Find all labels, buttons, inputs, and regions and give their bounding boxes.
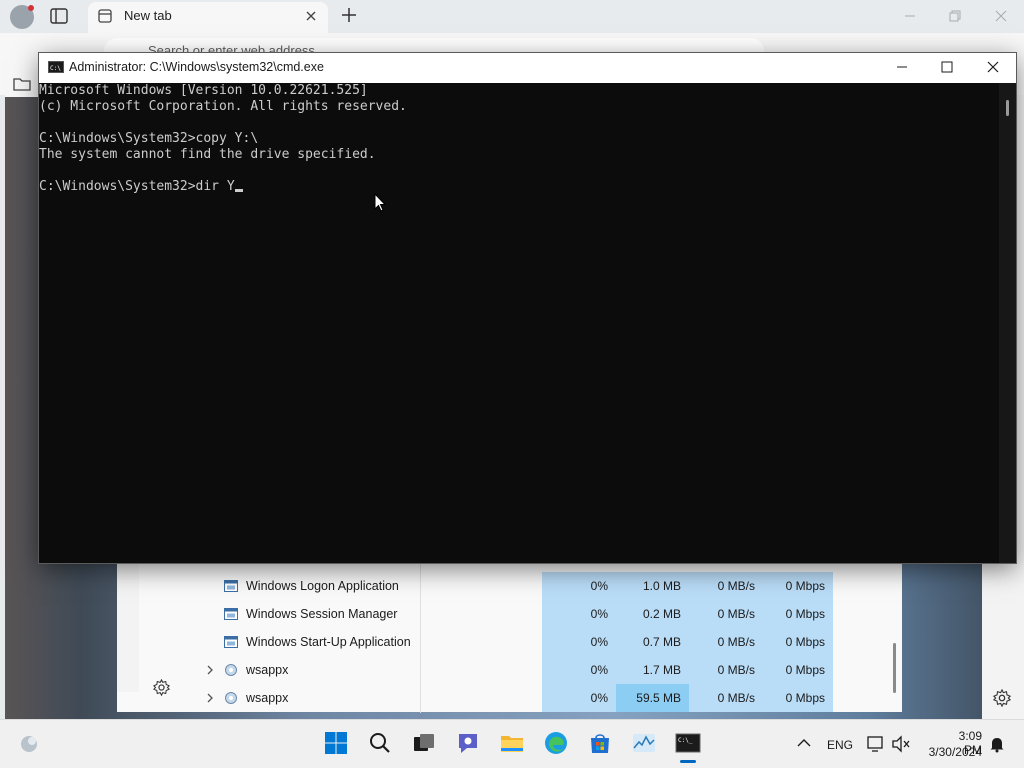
cmd-window-title: Administrator: C:\Windows\system32\cmd.e… (69, 60, 324, 74)
browser-left-rail (0, 95, 5, 719)
process-name: Windows Start-Up Application (246, 635, 411, 649)
console-line: The system cannot find the drive specifi… (39, 147, 376, 162)
text-cursor (234, 189, 243, 192)
gear-process-icon (224, 691, 238, 705)
favorites-folder-icon[interactable] (13, 76, 31, 92)
widgets-weather-icon[interactable] (17, 733, 41, 755)
cmd-scrollbar[interactable] (999, 83, 1016, 563)
console-line: C:\Windows\System32>copy Y:\ (39, 131, 259, 146)
table-row[interactable]: wsappx 0% 59.5 MB 0 MB/s 0 Mbps (138, 684, 898, 712)
start-icon[interactable] (323, 730, 349, 756)
network-cell: 0 Mbps (763, 572, 833, 600)
table-row[interactable]: Windows Logon Application 0% 1.0 MB 0 MB/s 0… (138, 572, 898, 600)
task-manager-nav-strip (117, 560, 139, 692)
new-tab-page-icon (98, 9, 112, 23)
command-prompt-icon: C:\ (48, 61, 64, 73)
process-name: Windows Logon Application (246, 579, 399, 593)
task-manager-scrollbar[interactable] (893, 643, 896, 693)
task-manager-icon[interactable] (631, 730, 657, 756)
cpu-cell: 0% (542, 600, 616, 628)
cpu-cell: 0% (542, 572, 616, 600)
command-prompt-taskbar-icon[interactable]: C:\_ (675, 730, 701, 756)
search-icon[interactable] (367, 730, 393, 756)
table-row[interactable]: Windows Start-Up Application 0% 0.7 MB 0 MB… (138, 628, 898, 656)
file-explorer-icon[interactable] (499, 730, 525, 756)
network-cell: 0 Mbps (763, 684, 833, 712)
table-row[interactable]: wsappx 0% 1.7 MB 0 MB/s 0 Mbps (138, 656, 898, 684)
close-tab-icon[interactable] (304, 9, 318, 23)
new-tab-plus-icon[interactable] (341, 7, 357, 23)
console-line: Microsoft Windows [Version 10.0.22621.52… (39, 83, 368, 98)
cpu-cell: 0% (542, 628, 616, 656)
network-cell: 0 Mbps (763, 628, 833, 656)
show-hidden-icons-chevron-icon[interactable] (797, 738, 811, 748)
browser-close-icon[interactable] (993, 8, 1009, 24)
process-name: wsappx (246, 691, 289, 705)
profile-notification-dot (28, 5, 34, 11)
network-cell: 0 Mbps (763, 600, 833, 628)
window-process-icon (224, 607, 238, 621)
memory-cell: 59.5 MB (616, 684, 689, 712)
running-app-indicator (680, 760, 696, 763)
input-language-indicator[interactable]: ENG (827, 738, 853, 752)
memory-cell: 1.7 MB (616, 656, 689, 684)
cpu-cell: 0% (542, 684, 616, 712)
browser-restore-icon[interactable] (947, 8, 963, 24)
mouse-pointer-icon (374, 193, 386, 212)
disk-cell: 0 MB/s (689, 656, 763, 684)
console-line: C:\Windows\System32>dir Y (39, 179, 999, 195)
memory-cell: 1.0 MB (616, 572, 689, 600)
network-cell: 0 Mbps (763, 656, 833, 684)
notification-bell-icon[interactable] (988, 735, 1006, 753)
microsoft-store-icon[interactable] (587, 730, 613, 756)
table-row[interactable]: Windows Session Manager 0% 0.2 MB 0 MB/s 0 M… (138, 600, 898, 628)
process-name: Windows Session Manager (246, 607, 398, 621)
cmd-close-icon[interactable] (986, 60, 1000, 74)
expand-chevron-icon[interactable] (205, 665, 215, 675)
memory-cell: 0.7 MB (616, 628, 689, 656)
gear-process-icon (224, 663, 238, 677)
task-view-icon[interactable] (411, 730, 437, 756)
cpu-cell: 0% (542, 656, 616, 684)
teams-chat-icon[interactable] (455, 730, 481, 756)
tab-actions-icon[interactable] (50, 8, 68, 24)
disk-cell: 0 MB/s (689, 684, 763, 712)
process-name: wsappx (246, 663, 289, 677)
sidebar-settings-gear-icon[interactable] (993, 689, 1011, 707)
network-icon[interactable] (866, 735, 886, 753)
window-process-icon (224, 579, 238, 593)
cmd-maximize-icon[interactable] (941, 60, 953, 74)
memory-cell: 0.2 MB (616, 600, 689, 628)
console-line: (c) Microsoft Corporation. All rights re… (39, 99, 407, 114)
clock-date[interactable]: 3/30/2024 (925, 745, 982, 759)
cmd-minimize-icon[interactable] (896, 60, 908, 74)
tab-title: New tab (124, 8, 172, 23)
expand-chevron-icon[interactable] (205, 693, 215, 703)
edge-icon[interactable] (543, 730, 569, 756)
svg-text:C:\: C:\ (50, 65, 61, 72)
browser-minimize-icon[interactable] (902, 8, 918, 24)
svg-text:C:\_: C:\_ (678, 737, 693, 744)
volume-muted-icon[interactable] (891, 735, 911, 753)
disk-cell: 0 MB/s (689, 572, 763, 600)
console-output[interactable]: Microsoft Windows [Version 10.0.22621.52… (39, 83, 999, 563)
window-process-icon (224, 635, 238, 649)
disk-cell: 0 MB/s (689, 600, 763, 628)
cmd-scrollbar-thumb[interactable] (1006, 100, 1009, 116)
disk-cell: 0 MB/s (689, 628, 763, 656)
